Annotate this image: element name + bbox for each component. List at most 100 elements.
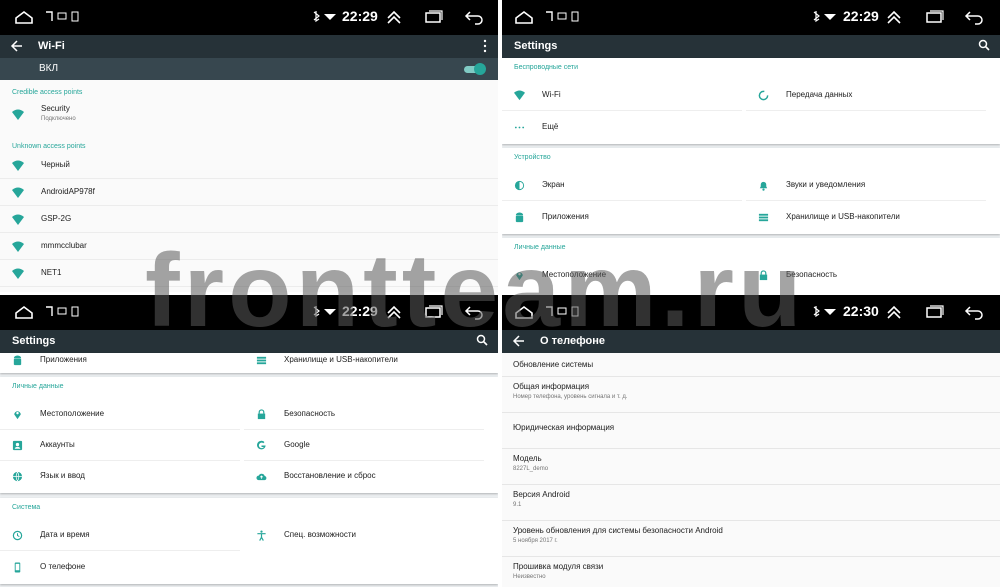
- setting-more[interactable]: Ещё: [502, 112, 742, 143]
- item-title: Общая информация: [513, 382, 590, 391]
- setting-label: Восстановление и сброс: [284, 471, 376, 480]
- network-name: AndroidAP978f: [41, 187, 95, 196]
- chevron-up-icon[interactable]: [385, 9, 403, 25]
- setting-data-usage[interactable]: Передача данных: [746, 80, 986, 111]
- setting-label: Приложения: [40, 355, 87, 364]
- setting-location[interactable]: Местоположение: [0, 399, 240, 430]
- device-card: Устройство Экран Звуки и уведомления При…: [502, 148, 1000, 234]
- about-item[interactable]: Обновление системы: [502, 353, 1000, 377]
- wifi-icon: [12, 160, 24, 171]
- network-row[interactable]: NET1: [0, 260, 498, 287]
- network-row[interactable]: mmmcclubar: [0, 233, 498, 260]
- status-bar: 22:29: [0, 0, 498, 35]
- search-icon[interactable]: [978, 39, 990, 51]
- back-nav-icon[interactable]: [464, 9, 484, 25]
- wifi-icon: [12, 268, 24, 279]
- setting-security[interactable]: Безопасность: [244, 399, 484, 430]
- setting-google[interactable]: Google: [244, 430, 484, 461]
- about-item[interactable]: Прошивка модуля связи Неизвестно: [502, 557, 1000, 587]
- page-title: Wi-Fi: [38, 40, 65, 52]
- about-item[interactable]: Модель 8227L_demo: [502, 449, 1000, 485]
- toolbar: Settings: [0, 330, 498, 353]
- network-row[interactable]: AndroidAP978f: [0, 179, 498, 206]
- network-row[interactable]: Security Подключено: [0, 101, 498, 131]
- setting-security[interactable]: Безопасность: [746, 260, 986, 291]
- status-bar: 22:29: [0, 295, 498, 330]
- section-header: Беспроводные сети: [514, 64, 579, 71]
- notification-icons: [46, 11, 79, 22]
- settings-screen-scrolled: 22:29 Settings Приложения Хранилище и US…: [0, 295, 498, 587]
- switch-label: ВКЛ: [39, 63, 59, 74]
- setting-backup[interactable]: Восстановление и сброс: [244, 461, 484, 492]
- recent-apps-icon[interactable]: [925, 304, 945, 320]
- setting-wifi[interactable]: Wi-Fi: [502, 80, 742, 111]
- chevron-up-icon[interactable]: [385, 304, 403, 320]
- about-item[interactable]: Юридическая информация: [502, 413, 1000, 449]
- more-vert-icon[interactable]: [482, 39, 488, 53]
- chevron-up-icon[interactable]: [885, 9, 903, 25]
- setting-sound[interactable]: Звуки и уведомления: [746, 170, 986, 201]
- setting-display[interactable]: Экран: [502, 170, 742, 201]
- setting-storage[interactable]: Хранилище и USB-накопители: [244, 353, 484, 373]
- setting-storage[interactable]: Хранилище и USB-накопители: [746, 202, 986, 233]
- setting-accessibility[interactable]: Спец. возможности: [244, 520, 484, 551]
- item-title: Прошивка модуля связи: [513, 562, 604, 571]
- home-icon[interactable]: [14, 9, 34, 25]
- item-subtitle: 8227L_demo: [513, 466, 549, 472]
- setting-label: Местоположение: [40, 409, 105, 418]
- status-bar: 22:30: [502, 295, 1000, 330]
- about-item[interactable]: Уровень обновления для системы безопасно…: [502, 521, 1000, 557]
- wireless-card: Беспроводные сети Wi-Fi Передача данных …: [502, 58, 1000, 144]
- about-item[interactable]: Версия Android 9.1: [502, 485, 1000, 521]
- setting-label: Ещё: [542, 122, 559, 131]
- search-icon[interactable]: [476, 334, 488, 346]
- setting-label: Дата и время: [40, 530, 90, 539]
- home-icon[interactable]: [514, 9, 534, 25]
- setting-apps[interactable]: Приложения: [0, 353, 240, 373]
- home-icon[interactable]: [14, 304, 34, 320]
- cloud-upload-icon: [256, 473, 267, 481]
- storage-icon: [758, 213, 769, 222]
- setting-label: Экран: [542, 180, 565, 189]
- setting-label: О телефоне: [40, 562, 86, 571]
- toolbar: О телефоне: [502, 330, 1000, 353]
- home-icon[interactable]: [514, 304, 534, 320]
- device-card-partial: Приложения Хранилище и USB-накопители: [0, 353, 498, 373]
- setting-label: Спец. возможности: [284, 530, 356, 539]
- clock: 22:29: [342, 303, 378, 319]
- recent-apps-icon[interactable]: [424, 9, 444, 25]
- about-item[interactable]: Общая информация Номер телефона, уровень …: [502, 377, 1000, 413]
- wifi-icon: [12, 109, 24, 120]
- setting-apps[interactable]: Приложения: [502, 202, 742, 233]
- setting-label: Безопасность: [284, 409, 336, 418]
- recent-apps-icon[interactable]: [925, 9, 945, 25]
- accessibility-icon: [257, 530, 266, 541]
- network-row[interactable]: Черный: [0, 152, 498, 179]
- setting-label: Хранилище и USB-накопители: [786, 212, 900, 221]
- back-nav-icon[interactable]: [964, 304, 984, 320]
- setting-about[interactable]: О телефоне: [0, 552, 240, 583]
- back-nav-icon[interactable]: [464, 304, 484, 320]
- chevron-up-icon[interactable]: [885, 304, 903, 320]
- item-subtitle: 5 ноября 2017 г.: [513, 538, 558, 544]
- setting-language[interactable]: Язык и ввод: [0, 461, 240, 492]
- item-title: Модель: [513, 454, 542, 463]
- toolbar: Wi-Fi: [0, 35, 498, 58]
- switch-knob[interactable]: [474, 63, 486, 75]
- arrow-back-icon[interactable]: [511, 333, 527, 349]
- storage-icon: [256, 356, 267, 365]
- wifi-switch-bar[interactable]: ВКЛ: [0, 58, 498, 80]
- network-name: mmmcclubar: [41, 241, 87, 250]
- network-name: Security: [41, 104, 70, 113]
- back-nav-icon[interactable]: [964, 9, 984, 25]
- setting-label: Аккаунты: [40, 440, 75, 449]
- setting-accounts[interactable]: Аккаунты: [0, 430, 240, 461]
- setting-location[interactable]: Местоположение: [502, 260, 742, 291]
- network-status: Подключено: [41, 116, 76, 122]
- setting-datetime[interactable]: Дата и время: [0, 520, 240, 551]
- page-title: О телефоне: [540, 335, 606, 347]
- network-row[interactable]: GSP-2G: [0, 206, 498, 233]
- arrow-back-icon[interactable]: [9, 38, 25, 54]
- clock: 22:30: [843, 303, 879, 319]
- recent-apps-icon[interactable]: [424, 304, 444, 320]
